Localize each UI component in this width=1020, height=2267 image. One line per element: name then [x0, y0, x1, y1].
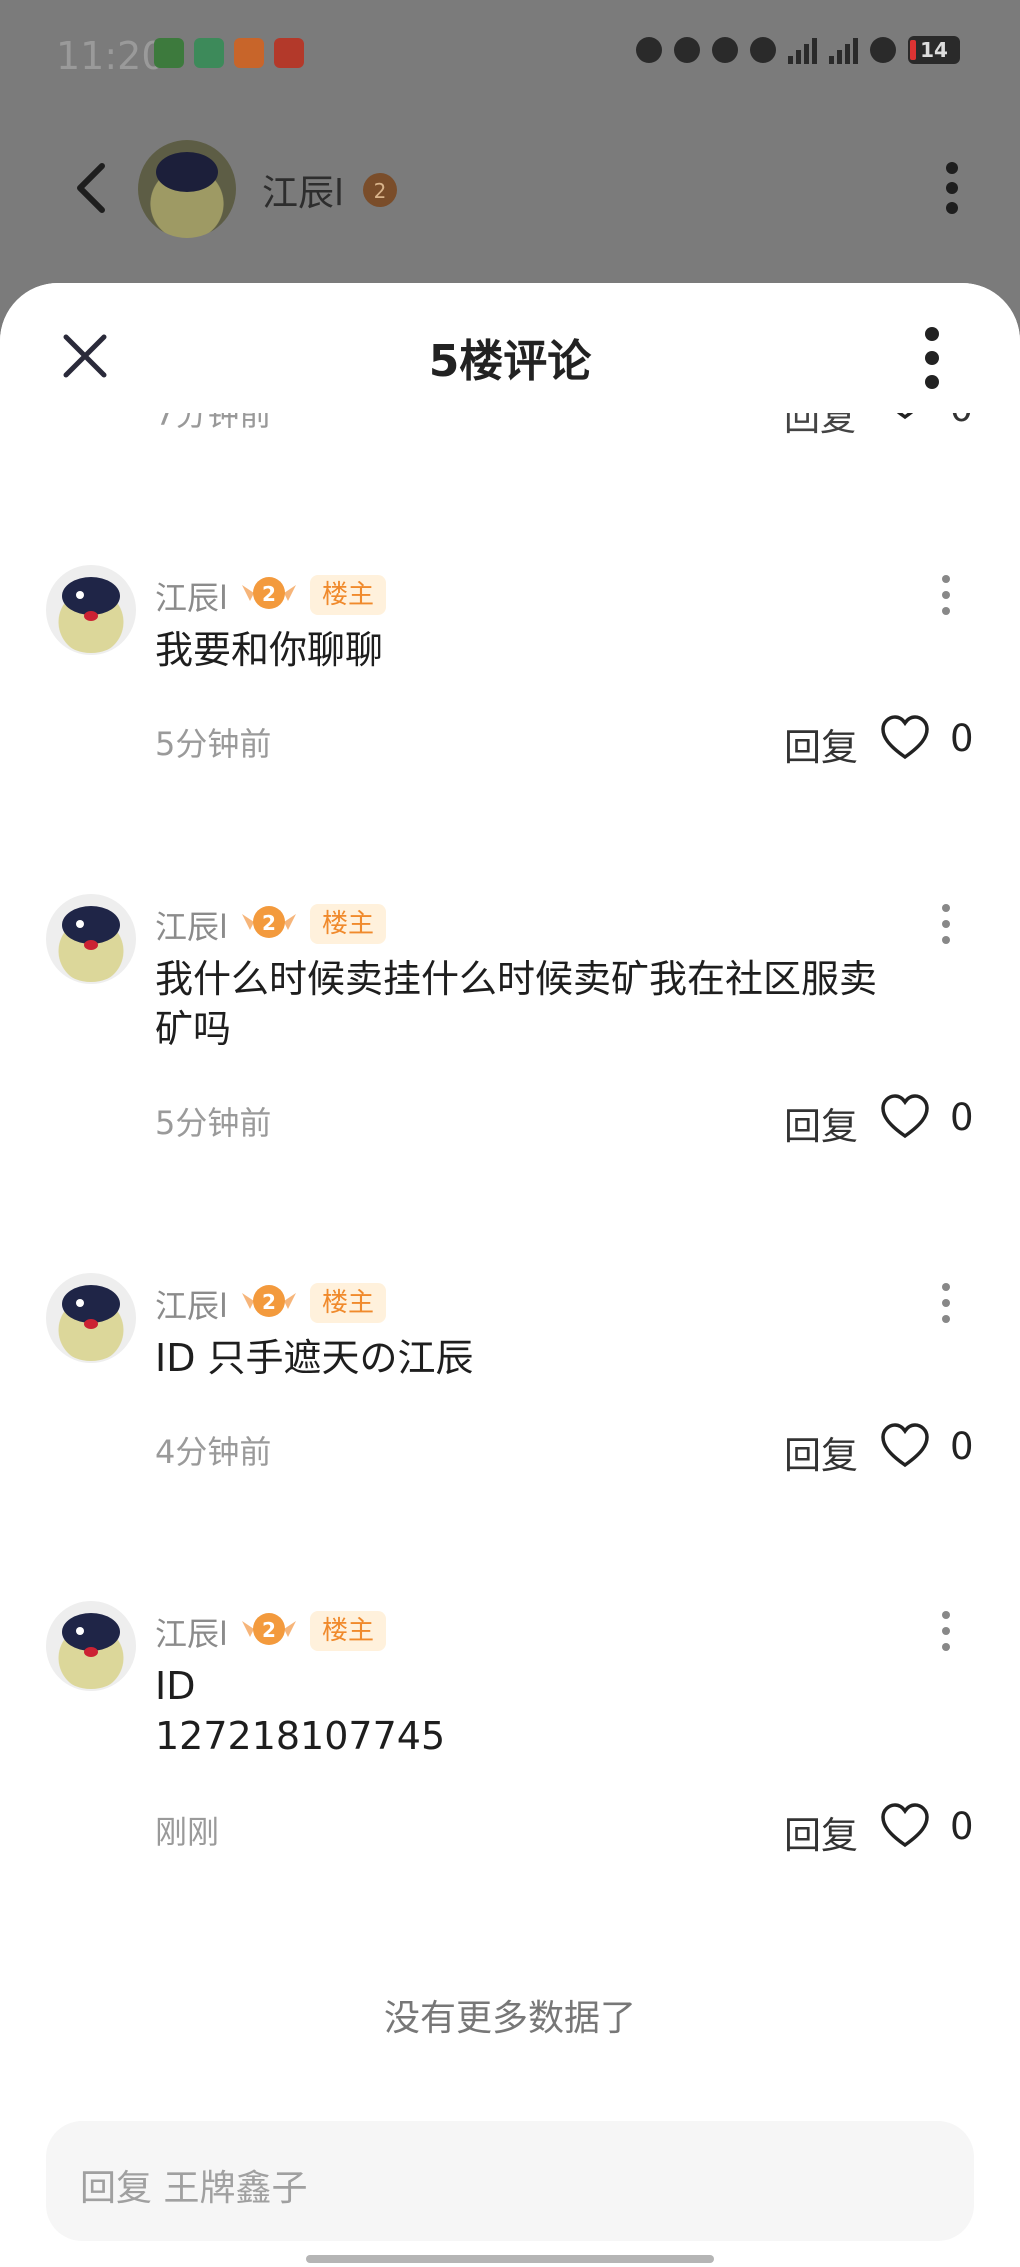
- signal-icon: [788, 36, 817, 64]
- avatar[interactable]: [46, 1601, 136, 1691]
- taobao-app-icon: [234, 38, 264, 68]
- more-icon[interactable]: [938, 1279, 954, 1327]
- battery-level: 14: [920, 38, 948, 62]
- comment-time: 4分钟前: [155, 1433, 272, 1471]
- comment-sheet: 5楼评论 7分钟前 回复 0 江辰l 2 楼主 我要和你聊聊 5分钟前 回复 0: [0, 283, 1020, 2267]
- more-icon[interactable]: [922, 325, 942, 391]
- level-badge-icon: 2: [363, 173, 397, 207]
- battery-icon: 14: [908, 36, 960, 64]
- reply-input[interactable]: 回复 王牌鑫子: [46, 2121, 974, 2241]
- notification-icons: [154, 38, 304, 68]
- wifi-icon: [870, 37, 896, 63]
- status-bar: 11:20 14: [0, 0, 1020, 110]
- signal-icon-2: [829, 36, 858, 64]
- headphone-icon: [636, 37, 662, 63]
- clock: 11:20: [56, 34, 166, 78]
- system-icons: 14: [636, 36, 960, 64]
- comment-content: 我要和你聊聊: [155, 628, 384, 672]
- heart-icon[interactable]: [880, 715, 930, 761]
- comment-username[interactable]: 江辰l: [155, 1281, 228, 1327]
- heart-icon[interactable]: [880, 1423, 930, 1469]
- video-app-icon: [194, 38, 224, 68]
- heart-icon[interactable]: [880, 1803, 930, 1849]
- reply-input-placeholder: 回复 王牌鑫子: [80, 2168, 308, 2209]
- reply-button[interactable]: 回复: [784, 1425, 858, 1479]
- no-more-data-text: 没有更多数据了: [383, 1998, 636, 2039]
- owner-tag: 楼主: [310, 904, 387, 944]
- sheet-title: 5楼评论: [428, 336, 592, 387]
- more-icon[interactable]: [940, 160, 964, 216]
- comment-content: 我什么时候卖挂什么时候卖矿我在社区服卖 矿吗: [155, 957, 878, 1051]
- comment-time: 5分钟前: [155, 725, 272, 763]
- level-badge-text: 2: [374, 179, 387, 203]
- author-name[interactable]: 江辰l: [262, 164, 344, 216]
- like-count: 0: [950, 1425, 974, 1468]
- comment-username[interactable]: 江辰l: [155, 1609, 228, 1655]
- like-count: 0: [950, 1096, 974, 1139]
- level-number: 2: [262, 911, 276, 935]
- like-count: 0: [950, 1805, 974, 1848]
- listen-app-icon: [274, 38, 304, 68]
- comment-time: 刚刚: [155, 1813, 220, 1851]
- comment-username[interactable]: 江辰l: [155, 573, 228, 619]
- level-badge-icon: 2: [242, 1285, 296, 1317]
- avatar[interactable]: [46, 894, 136, 984]
- level-badge-icon: 2: [242, 1613, 296, 1645]
- post-header: 江辰l 2: [0, 130, 1020, 240]
- mic-icon: [712, 37, 738, 63]
- owner-tag: 楼主: [310, 575, 387, 615]
- mute-icon: [750, 37, 776, 63]
- avatar[interactable]: [46, 565, 136, 655]
- comment-username[interactable]: 江辰l: [155, 902, 228, 948]
- home-indicator[interactable]: [306, 2255, 714, 2263]
- owner-tag: 楼主: [310, 1611, 387, 1651]
- comment-time: 5分钟前: [155, 1104, 272, 1142]
- reply-button[interactable]: 回复: [784, 1805, 858, 1859]
- sheet-header: 5楼评论: [0, 283, 1020, 413]
- back-icon[interactable]: [62, 158, 122, 218]
- reply-button[interactable]: 回复: [784, 717, 858, 771]
- level-badge-icon: 2: [242, 906, 296, 938]
- comment-content: ID 只手遮天の江辰: [155, 1336, 474, 1380]
- level-badge-icon: 2: [242, 577, 296, 609]
- heart-icon[interactable]: [880, 1094, 930, 1140]
- level-number: 2: [262, 582, 276, 606]
- like-count: 0: [950, 717, 974, 760]
- more-icon[interactable]: [938, 571, 954, 619]
- level-number: 2: [262, 1618, 276, 1642]
- avatar[interactable]: [46, 1273, 136, 1363]
- more-icon[interactable]: [938, 1607, 954, 1655]
- author-avatar[interactable]: [138, 140, 236, 238]
- level-number: 2: [262, 1290, 276, 1314]
- owner-tag: 楼主: [310, 1283, 387, 1323]
- comment-content: ID 127218107745: [155, 1664, 446, 1758]
- reply-button[interactable]: 回复: [784, 1096, 858, 1150]
- alarm-icon: [674, 37, 700, 63]
- more-icon[interactable]: [938, 900, 954, 948]
- phone-app-icon: [154, 38, 184, 68]
